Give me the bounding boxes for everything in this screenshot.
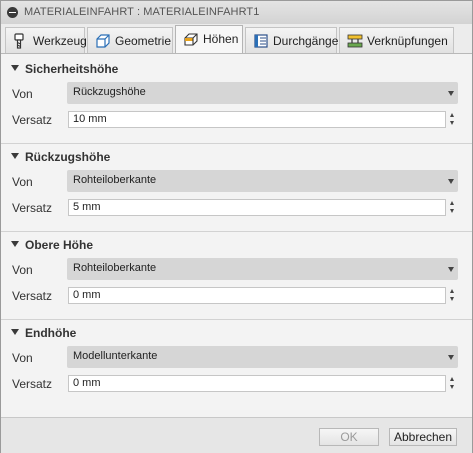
dialog-window: MATERIALEINFAHRT : MATERIALEINFAHRT1 Wer…: [0, 0, 473, 453]
tab-werkzeug[interactable]: Werkzeug: [5, 27, 87, 53]
spin-up-icon[interactable]: [450, 377, 454, 381]
input-value: 0 mm: [73, 289, 101, 301]
from-label: Von: [12, 263, 33, 277]
offset-input[interactable]: 5 mm: [68, 199, 446, 216]
section-title: Endhöhe: [25, 326, 77, 340]
tab-label: Durchgänge: [273, 34, 339, 48]
offset-label: Versatz: [12, 113, 53, 127]
heights-icon: [184, 33, 198, 46]
offset-input[interactable]: 0 mm: [68, 375, 446, 392]
tool-icon: [14, 33, 24, 49]
spin-down-icon[interactable]: [450, 121, 454, 125]
passes-icon: [254, 34, 268, 48]
offset-spinner[interactable]: [448, 375, 458, 392]
ok-button[interactable]: OK: [319, 428, 379, 446]
collapse-arrow-icon[interactable]: [11, 153, 19, 159]
collapse-arrow-icon[interactable]: [11, 65, 19, 71]
from-label: Von: [12, 87, 33, 101]
section-header[interactable]: Rückzugshöhe: [1, 148, 472, 166]
tab-label: Höhen: [203, 32, 239, 46]
offset-label: Versatz: [12, 289, 53, 303]
geometry-icon: [96, 34, 110, 48]
from-select[interactable]: Rohteiloberkante: [67, 170, 458, 192]
spin-up-icon[interactable]: [450, 113, 454, 117]
input-value: 5 mm: [73, 201, 101, 213]
section-divider: [1, 143, 472, 144]
dialog-title: MATERIALEINFAHRT : MATERIALEINFAHRT1: [24, 6, 260, 18]
spin-down-icon[interactable]: [450, 385, 454, 389]
collapse-arrow-icon[interactable]: [11, 241, 19, 247]
offset-spinner[interactable]: [448, 287, 458, 304]
tab-label: Werkzeug: [33, 34, 87, 48]
tab-label: Geometrie: [115, 34, 172, 48]
section-rueckzugshoehe: Rückzugshöhe Von Rohteiloberkante Versat…: [1, 148, 472, 230]
tab-durchgaenge[interactable]: Durchgänge: [245, 27, 339, 53]
select-value: Modellunterkante: [73, 350, 158, 362]
heights-panel: Sicherheitshöhe Von Rückzugshöhe Versatz…: [1, 54, 472, 417]
tab-geometrie[interactable]: Geometrie: [87, 27, 173, 53]
tab-bar: Werkzeug Geometrie Höhen Durchgänge Verk…: [1, 24, 472, 54]
offset-spinner[interactable]: [448, 111, 458, 128]
from-select[interactable]: Modellunterkante: [67, 346, 458, 368]
input-value: 0 mm: [73, 377, 101, 389]
from-select[interactable]: Rückzugshöhe: [67, 82, 458, 104]
offset-label: Versatz: [12, 377, 53, 391]
section-title: Sicherheitshöhe: [25, 62, 119, 76]
from-select[interactable]: Rohteiloberkante: [67, 258, 458, 280]
collapse-arrow-icon[interactable]: [11, 329, 19, 335]
title-bar[interactable]: MATERIALEINFAHRT : MATERIALEINFAHRT1: [1, 1, 472, 25]
offset-input[interactable]: 0 mm: [68, 287, 446, 304]
dropdown-arrow-icon: [448, 179, 454, 184]
select-value: Rohteiloberkante: [73, 174, 157, 186]
section-endhoehe: Endhöhe Von Modellunterkante Versatz 0 m…: [1, 324, 472, 406]
linking-icon: [347, 34, 363, 48]
dropdown-arrow-icon: [448, 91, 454, 96]
from-label: Von: [12, 351, 33, 365]
spin-down-icon[interactable]: [450, 209, 454, 213]
cancel-button[interactable]: Abbrechen: [389, 428, 457, 446]
close-icon[interactable]: [7, 7, 18, 18]
spin-up-icon[interactable]: [450, 289, 454, 293]
section-title: Obere Höhe: [25, 238, 94, 252]
select-value: Rohteiloberkante: [73, 262, 157, 274]
section-obere-hoehe: Obere Höhe Von Rohteiloberkante Versatz …: [1, 236, 472, 318]
section-sicherheitshoehe: Sicherheitshöhe Von Rückzugshöhe Versatz…: [1, 60, 472, 142]
section-header[interactable]: Sicherheitshöhe: [1, 60, 472, 78]
from-label: Von: [12, 175, 33, 189]
spin-up-icon[interactable]: [450, 201, 454, 205]
tab-hoehen[interactable]: Höhen: [175, 25, 243, 54]
section-divider: [1, 319, 472, 320]
section-title: Rückzugshöhe: [25, 150, 111, 164]
tab-label: Verknüpfungen: [367, 34, 448, 48]
input-value: 10 mm: [73, 113, 107, 125]
offset-label: Versatz: [12, 201, 53, 215]
section-divider: [1, 231, 472, 232]
dropdown-arrow-icon: [448, 267, 454, 272]
tab-verknuepfungen[interactable]: Verknüpfungen: [339, 27, 454, 53]
section-header[interactable]: Obere Höhe: [1, 236, 472, 254]
select-value: Rückzugshöhe: [73, 86, 146, 98]
dropdown-arrow-icon: [448, 355, 454, 360]
section-header[interactable]: Endhöhe: [1, 324, 472, 342]
offset-input[interactable]: 10 mm: [68, 111, 446, 128]
dialog-footer: OK Abbrechen: [1, 417, 472, 453]
offset-spinner[interactable]: [448, 199, 458, 216]
spin-down-icon[interactable]: [450, 297, 454, 301]
